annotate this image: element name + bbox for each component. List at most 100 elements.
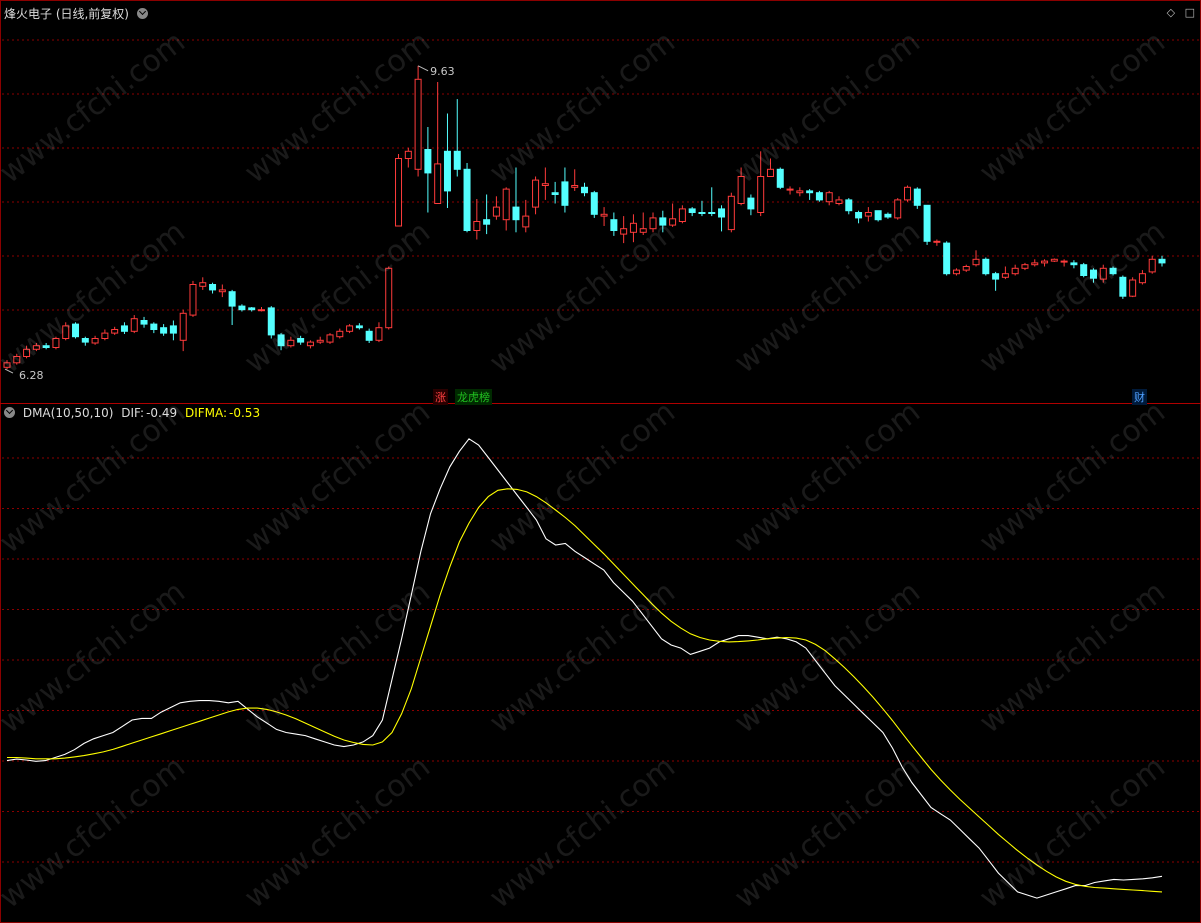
- indicator-collapse-icon[interactable]: [4, 407, 15, 418]
- candle-body-down: [1119, 276, 1127, 297]
- candle-body-down: [806, 190, 814, 194]
- candle-body-down: [1070, 262, 1078, 266]
- candle-body-up: [727, 195, 735, 231]
- marker-zhang[interactable]: 涨: [433, 389, 448, 405]
- marker-cai-text: 财: [1134, 391, 1145, 404]
- candle-body-down: [659, 217, 667, 226]
- candle-body-up: [434, 163, 442, 204]
- candle-body-up: [600, 213, 608, 217]
- marker-zhang-text: 涨: [435, 391, 446, 404]
- candle-body-up: [786, 188, 794, 191]
- candle-body-down: [297, 338, 305, 343]
- candle-body-down: [160, 327, 168, 334]
- candle-body-up: [502, 188, 510, 221]
- collapse-icon[interactable]: [136, 8, 148, 19]
- candle-body-up: [972, 258, 980, 266]
- candle-body-down: [277, 334, 285, 347]
- candle-body-down: [483, 219, 491, 225]
- candle-body-down: [238, 305, 246, 311]
- outer-border: [0, 0, 1201, 923]
- candle-body-down: [365, 330, 373, 341]
- candle-body-down: [424, 149, 432, 174]
- candle-body-up: [473, 221, 481, 231]
- candle-body-up: [1041, 260, 1049, 264]
- candle-body-up: [101, 332, 109, 340]
- marker-longhubang-text: 龙虎榜: [457, 391, 490, 404]
- candle-body-down: [1158, 258, 1166, 264]
- candle-body-down: [140, 320, 148, 325]
- candle-body-down: [209, 284, 217, 291]
- candle-body-down: [120, 325, 128, 332]
- indicator-header: DMA(10,50,10) DIF: -0.49 DIFMA: -0.53: [4, 406, 264, 420]
- candle-body-up: [91, 338, 99, 344]
- candle-body-up: [257, 309, 265, 312]
- candle-body-up: [1021, 264, 1029, 269]
- candle-body-down: [42, 345, 50, 349]
- candle-body-down: [463, 168, 471, 232]
- dma-line-dif: [6, 438, 1163, 899]
- candle-body-down: [982, 258, 990, 275]
- marker-longhubang[interactable]: 龙虎榜: [455, 389, 492, 405]
- diamond-icon[interactable]: ◇: [1167, 6, 1175, 19]
- candle-body-up: [316, 339, 324, 343]
- candle-body-up: [395, 158, 403, 227]
- candle-body-up: [52, 338, 60, 348]
- candle-body-up: [796, 190, 804, 194]
- candle-body-down: [355, 325, 363, 329]
- candle-body-up: [933, 240, 941, 243]
- candle-body-up: [179, 312, 187, 341]
- candle-body-up: [336, 330, 344, 338]
- candle-body-down: [581, 186, 588, 194]
- candle-body-down: [815, 192, 823, 201]
- candle-body-up: [1060, 260, 1068, 263]
- candle-body-up: [218, 289, 226, 293]
- candle-body-up: [522, 215, 530, 228]
- difma-label: DIFMA:: [184, 406, 228, 420]
- candle-body-up: [835, 199, 843, 204]
- square-icon[interactable]: □: [1185, 6, 1195, 19]
- candle-body-up: [306, 341, 314, 347]
- candle-body-up: [414, 78, 422, 170]
- candle-body-up: [904, 186, 912, 201]
- candle-body-down: [512, 206, 520, 221]
- dif-value: -0.49: [146, 406, 178, 420]
- candle-body-down: [453, 150, 461, 170]
- candle-body-up: [346, 325, 354, 332]
- candle-body-up: [3, 362, 11, 368]
- candle-body-up: [199, 282, 207, 287]
- candle-body-down: [776, 168, 784, 188]
- candle-body-up: [757, 176, 765, 213]
- candle-body-up: [649, 217, 657, 230]
- candle-body-down: [228, 291, 236, 307]
- candle-body-down: [81, 338, 89, 343]
- low-pointer: [4, 368, 14, 374]
- candle-body-down: [747, 197, 755, 210]
- marker-cai[interactable]: 财: [1132, 389, 1147, 405]
- candle-body-down: [718, 208, 726, 218]
- candle-body-down: [1089, 269, 1097, 279]
- candle-body-down: [992, 273, 1000, 280]
- candle-body-up: [952, 269, 960, 275]
- candle-body-up: [492, 206, 500, 217]
- candle-body-down: [913, 188, 921, 206]
- low-label: 6.28: [19, 369, 44, 382]
- price-header: 烽火电子 (日线,前复权): [4, 5, 152, 22]
- candle-body-down: [708, 212, 716, 214]
- high-pointer: [417, 65, 429, 72]
- candle-body-down: [150, 323, 158, 331]
- candle-body-up: [287, 339, 295, 347]
- candle-body-down: [698, 212, 706, 214]
- candle-body-up: [326, 334, 334, 343]
- candle-body-up: [1001, 273, 1009, 278]
- candle-body-up: [962, 266, 970, 271]
- candle-body-up: [669, 218, 677, 226]
- candle-body-down: [884, 213, 892, 218]
- candle-body-down: [610, 219, 618, 231]
- candle-body-up: [894, 199, 902, 219]
- candle-body-up: [1148, 258, 1156, 273]
- candle-body-down: [267, 307, 275, 336]
- candle-body-up: [1050, 258, 1058, 262]
- candle-body-up: [541, 183, 549, 186]
- candle-body-down: [923, 204, 931, 242]
- candle-body-up: [111, 329, 119, 334]
